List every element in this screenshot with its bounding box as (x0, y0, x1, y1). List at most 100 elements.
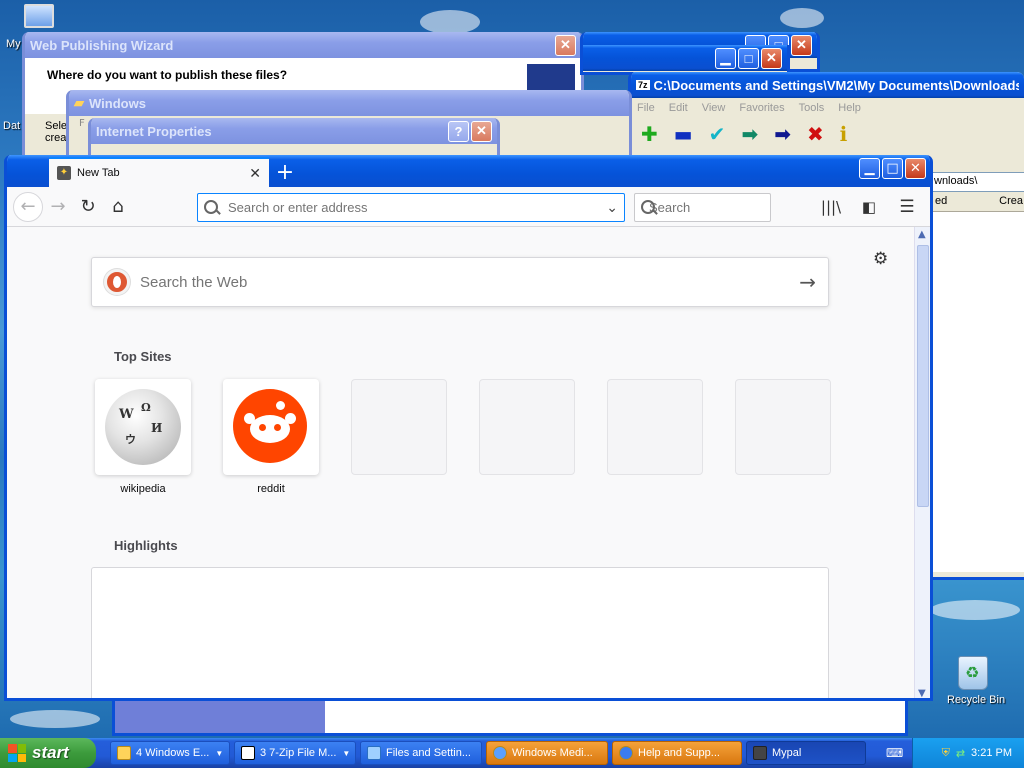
top-site-wikipedia[interactable]: W Ω И ウ (95, 379, 191, 475)
my-computer-icon[interactable] (24, 4, 54, 28)
close-button[interactable]: ✕ (555, 34, 576, 56)
copy-icon[interactable]: ➡ (741, 122, 758, 146)
info-icon[interactable]: ℹ (840, 122, 848, 146)
url-bar[interactable]: ⌄ (197, 193, 625, 222)
column-header[interactable]: Crea (999, 195, 1023, 210)
recycle-bin-icon[interactable] (958, 656, 988, 690)
highlights-heading: Highlights (114, 538, 178, 553)
wikipedia-icon: W Ω И ウ (105, 389, 181, 465)
help-button[interactable]: ? (448, 120, 469, 142)
menu-favorites[interactable]: Favorites (739, 102, 784, 114)
search-bar[interactable] (634, 193, 825, 222)
column-header[interactable]: ed (935, 195, 947, 210)
browser-window: ✦ New Tab ✕ + ▁ □ ✕ ← → ↻ ⌂ ⌄ |||\ ◧ ☰ (4, 155, 933, 701)
security-shield-icon[interactable]: ⛨ (942, 747, 950, 760)
scrollbar-thumb[interactable] (917, 245, 929, 507)
top-site-label[interactable]: wikipedia (95, 483, 191, 495)
close-tab-icon[interactable]: ✕ (249, 165, 261, 182)
minimize-button[interactable]: ▁ (715, 47, 736, 69)
sidebar-icon[interactable]: ◧ (854, 192, 884, 222)
mypal-icon (753, 746, 767, 760)
move-icon[interactable]: ➡ (774, 122, 791, 146)
taskbar-button-7zip[interactable]: 3 7-Zip File M... ▼ (234, 741, 356, 765)
recycle-bin-label[interactable]: Recycle Bin (947, 694, 1005, 706)
taskbar-button-help-support[interactable]: Help and Supp... (612, 741, 742, 765)
taskbar-button-windows-media[interactable]: Windows Medi... (486, 741, 608, 765)
start-button[interactable]: start (0, 738, 96, 768)
highlights-panel (91, 567, 829, 698)
add-icon[interactable]: ✚ (641, 122, 658, 146)
media-icon (493, 746, 507, 760)
chevron-down-icon: ▼ (215, 748, 224, 758)
reddit-icon (233, 389, 307, 463)
my-computer-label[interactable]: My (6, 38, 21, 50)
scroll-up-icon[interactable]: ▲ (918, 229, 926, 240)
cloud-decoration (10, 710, 100, 728)
scroll-down-icon[interactable]: ▼ (918, 688, 926, 698)
delete-icon[interactable]: ✖ (807, 122, 824, 146)
taskbar-button-windows-explorer[interactable]: 4 Windows E... ▼ (110, 741, 230, 765)
menu-icon[interactable]: ☰ (892, 192, 922, 222)
web-search-box[interactable]: → (91, 257, 829, 307)
new-tab-page: ⚙ → Top Sites W Ω И ウ wikipedia reddit (7, 227, 914, 698)
url-input[interactable] (228, 200, 607, 215)
tab-new-tab[interactable]: ✦ New Tab ✕ (49, 157, 269, 187)
close-button[interactable]: ✕ (791, 34, 812, 56)
gear-icon[interactable]: ⚙ (873, 249, 888, 269)
menu-view[interactable]: View (702, 102, 726, 114)
network-icon[interactable]: ⇄ (956, 747, 965, 760)
extract-icon[interactable]: ▬ (674, 122, 693, 146)
top-site-label[interactable]: reddit (223, 483, 319, 495)
home-button[interactable]: ⌂ (103, 192, 133, 222)
sevenzip-toolbar: ✚ ▬ ✔ ➡ ➡ ✖ ℹ (631, 118, 1024, 150)
sevenzip-icon (241, 746, 255, 760)
reload-button[interactable]: ↻ (73, 192, 103, 222)
menu-file[interactable]: File (637, 102, 655, 114)
top-site-reddit[interactable] (223, 379, 319, 475)
minimize-button[interactable]: ▁ (859, 158, 880, 179)
path-field[interactable]: wnloads\ (931, 172, 1024, 192)
chevron-down-icon: ▼ (342, 748, 351, 758)
new-tab-button[interactable]: + (269, 157, 301, 187)
forward-button[interactable]: → (43, 192, 73, 222)
close-button[interactable]: ✕ (905, 158, 926, 179)
windows-flag-icon (8, 744, 26, 762)
sevenzip-app-icon: 7z (636, 80, 650, 90)
top-site-empty[interactable] (479, 379, 575, 475)
transfer-icon (367, 746, 381, 760)
folder-icon (117, 746, 131, 760)
cloud-decoration (420, 10, 480, 34)
test-icon[interactable]: ✔ (709, 122, 726, 146)
cloud-decoration (780, 8, 824, 28)
clock[interactable]: 3:21 PM (971, 747, 1012, 759)
close-button[interactable]: ✕ (471, 120, 492, 142)
menu-edit[interactable]: Edit (669, 102, 688, 114)
files-settings-window-2: ▁ □ ✕ (580, 45, 790, 75)
window-title: Windows (89, 95, 146, 111)
folder-icon: ▰ (74, 95, 84, 110)
vertical-scrollbar[interactable]: ▲ ▼ (914, 227, 930, 698)
maximize-button[interactable]: □ (738, 47, 759, 69)
back-button[interactable]: ← (13, 191, 43, 222)
menu-help[interactable]: Help (838, 102, 861, 114)
taskbar-button-mypal[interactable]: Mypal (746, 741, 866, 765)
library-icon[interactable]: |||\ (816, 192, 846, 222)
file-list[interactable] (931, 212, 1024, 572)
top-site-empty[interactable] (351, 379, 447, 475)
taskbar-button-label: 4 Windows E... (136, 747, 210, 759)
top-site-empty[interactable] (607, 379, 703, 475)
keyboard-icon[interactable]: ⌨ (886, 746, 903, 760)
navigation-bar: ← → ↻ ⌂ ⌄ |||\ ◧ ☰ (7, 187, 930, 227)
taskbar: start 4 Windows E... ▼ 3 7-Zip File M...… (0, 738, 1024, 768)
taskbar-button-files-settings[interactable]: Files and Settin... (360, 741, 482, 765)
arrow-right-icon[interactable]: → (799, 270, 816, 294)
search-input[interactable] (649, 200, 825, 215)
top-site-empty[interactable] (735, 379, 831, 475)
close-button[interactable]: ✕ (761, 47, 782, 69)
chevron-down-icon[interactable]: ⌄ (606, 199, 618, 216)
wizard-question: Where do you want to publish these files… (47, 68, 288, 82)
menu-tools[interactable]: Tools (799, 102, 825, 114)
data-folder-label[interactable]: Dat (3, 120, 20, 132)
maximize-button[interactable]: □ (882, 158, 903, 179)
web-search-input[interactable] (140, 273, 800, 291)
